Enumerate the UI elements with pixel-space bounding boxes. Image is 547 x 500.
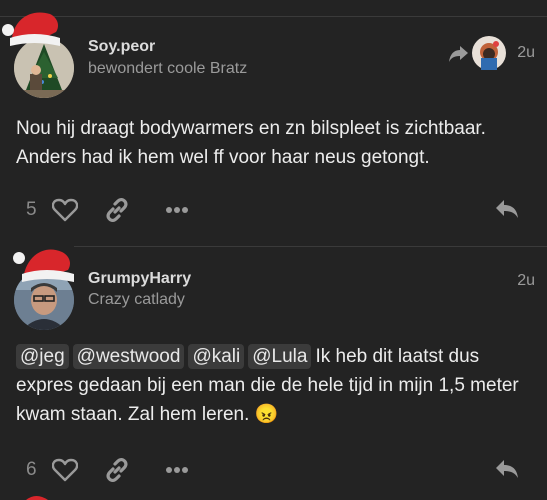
post-body: Nou hij draagt bodywarmers en zn bilsple… (16, 118, 486, 168)
post-1: Soy.peor bewondert coole Bratz 2u Nou hi… (0, 0, 547, 240)
mention[interactable]: @kali (188, 344, 245, 369)
user-title: bewondert coole Bratz (88, 60, 248, 77)
post-time[interactable]: 2u (517, 272, 535, 290)
heart-icon[interactable] (52, 458, 78, 482)
user-title: Crazy catlady (88, 291, 185, 308)
username[interactable]: GrumpyHarry (88, 270, 191, 288)
mention[interactable]: @jeg (16, 344, 69, 369)
link-icon[interactable] (104, 197, 130, 223)
reply-icon[interactable] (494, 198, 520, 220)
santa-hat-icon (13, 249, 74, 282)
share-arrow-icon (449, 46, 468, 62)
replied-user-avatar (472, 36, 506, 70)
mention[interactable]: @westwood (72, 344, 185, 369)
post-actions: 6 (0, 456, 547, 486)
like-count[interactable]: 6 (26, 459, 37, 481)
more-options-icon[interactable] (165, 206, 189, 214)
like-count[interactable]: 5 (26, 199, 37, 221)
more-options-icon[interactable] (165, 466, 189, 474)
reply-icon[interactable] (494, 458, 520, 480)
post-actions: 5 (0, 196, 547, 226)
post-body: @jeg @westwood @kali @Lula Ik heb dit laatst… (16, 342, 531, 429)
username[interactable]: Soy.peor (88, 38, 155, 56)
post-2: GrumpyHarry Crazy catlady 2u @jeg @westwo… (0, 240, 547, 500)
mention[interactable]: @Lula (248, 344, 312, 369)
santa-hat-icon (2, 12, 60, 46)
post-time[interactable]: 2u (517, 44, 535, 62)
santa-hat-icon (26, 496, 48, 500)
heart-icon[interactable] (52, 198, 78, 222)
link-icon[interactable] (104, 457, 130, 483)
